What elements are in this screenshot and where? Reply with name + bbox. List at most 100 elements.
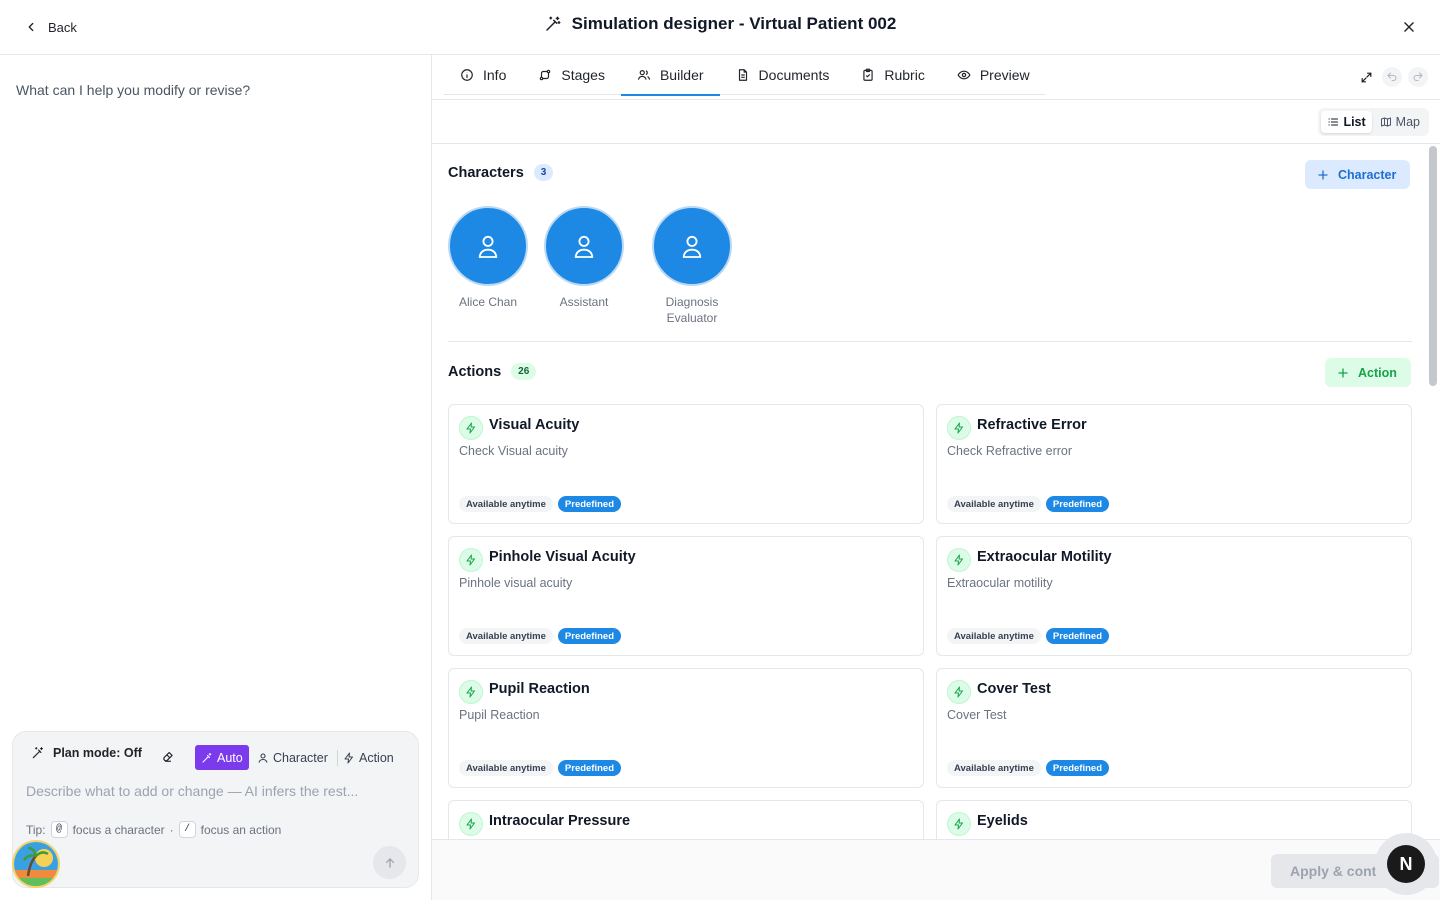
mode-character-button[interactable]: Character xyxy=(257,746,328,770)
bolt-icon xyxy=(947,680,971,704)
action-badges: Available anytime Predefined xyxy=(459,496,622,512)
plan-mode-toggle[interactable]: Plan mode: Off xyxy=(31,746,142,760)
view-map-button[interactable]: Map xyxy=(1374,111,1426,133)
character-name: Diagnosis Evaluator xyxy=(665,295,719,325)
action-title: Refractive Error xyxy=(977,417,1087,433)
character-avatar xyxy=(652,206,732,286)
view-toggle: List Map xyxy=(1318,108,1429,136)
action-badges: Available anytime Predefined xyxy=(947,628,1110,644)
availability-badge: Available anytime xyxy=(947,496,1041,512)
actions-header: Actions 26 xyxy=(448,363,537,380)
composer-toolbar: Plan mode: Off Auto Character Action xyxy=(13,744,418,770)
tab-builder[interactable]: Builder xyxy=(620,55,720,96)
character-avatar xyxy=(544,206,624,286)
action-card[interactable]: Pinhole Visual Acuity Pinhole visual acu… xyxy=(448,536,924,656)
builder-panel: Info Stages Builder Documents Rubric Pre… xyxy=(432,55,1440,900)
bolt-icon xyxy=(947,416,971,440)
assistant-input[interactable] xyxy=(26,783,406,799)
redo-icon xyxy=(1412,71,1424,83)
expand-button[interactable] xyxy=(1356,67,1376,87)
action-badges: Available anytime Predefined xyxy=(459,760,622,776)
user-icon xyxy=(681,234,703,258)
magic-wand-icon xyxy=(544,15,562,33)
action-title: Eyelids xyxy=(977,813,1028,829)
add-character-button[interactable]: Character xyxy=(1305,160,1411,189)
tab-label: Rubric xyxy=(884,67,925,83)
assistant-panel: What can I help you modify or revise? Pl… xyxy=(0,55,432,900)
action-card[interactable]: Cover Test Cover Test Available anytime … xyxy=(936,668,1412,788)
arrow-up-icon xyxy=(383,856,397,870)
list-icon xyxy=(1327,116,1339,128)
action-description: Check Visual acuity xyxy=(459,444,568,458)
predefined-badge: Predefined xyxy=(1045,628,1110,644)
clear-button[interactable] xyxy=(159,747,177,765)
mode-action-label: Action xyxy=(359,751,394,765)
redo-button[interactable] xyxy=(1408,67,1428,87)
character-item[interactable]: Alice Chan xyxy=(448,206,528,310)
tab-preview[interactable]: Preview xyxy=(941,55,1046,95)
character-item[interactable]: Diagnosis Evaluator xyxy=(652,206,732,326)
action-title: Visual Acuity xyxy=(489,417,580,433)
action-description: Pupil Reaction xyxy=(459,708,540,722)
user-avatar[interactable] xyxy=(12,840,60,888)
tip-text-character: focus a character xyxy=(72,822,165,837)
availability-badge: Available anytime xyxy=(459,760,553,776)
bolt-icon xyxy=(947,812,971,836)
mode-auto-button[interactable]: Auto xyxy=(195,745,249,770)
clipboard-icon xyxy=(861,68,875,82)
tab-label: Documents xyxy=(758,67,830,83)
info-icon xyxy=(460,68,474,82)
tab-rubric[interactable]: Rubric xyxy=(845,55,940,95)
add-action-button[interactable]: Action xyxy=(1325,358,1411,387)
action-title: Intraocular Pressure xyxy=(489,813,631,829)
expand-icon xyxy=(1360,71,1373,84)
action-card[interactable]: Visual Acuity Check Visual acuity Availa… xyxy=(448,404,924,524)
page-title: Simulation designer - Virtual Patient 00… xyxy=(571,14,897,33)
character-name: Assistant xyxy=(559,295,609,309)
tab-info[interactable]: Info xyxy=(444,55,522,95)
close-button[interactable] xyxy=(1398,16,1420,38)
tab-stages[interactable]: Stages xyxy=(522,55,621,95)
availability-badge: Available anytime xyxy=(459,628,553,644)
composer-tip: Tip: @ focus a character · / focus an ac… xyxy=(26,821,281,838)
bolt-icon xyxy=(947,548,971,572)
send-button[interactable] xyxy=(373,846,406,879)
action-title: Cover Test xyxy=(977,681,1051,697)
action-badges: Available anytime Predefined xyxy=(947,760,1110,776)
action-card[interactable]: Intraocular Pressure xyxy=(448,800,924,839)
plan-mode-label: Plan mode: Off xyxy=(53,746,142,760)
tip-key-slash: / xyxy=(178,821,196,838)
predefined-badge: Predefined xyxy=(1045,760,1110,776)
mode-action-button[interactable]: Action xyxy=(343,746,394,770)
magic-wand-icon xyxy=(31,746,45,760)
action-card[interactable]: Eyelids xyxy=(936,800,1412,839)
tip-text-action: focus an action xyxy=(200,822,282,837)
builder-content: Characters 3 Character Alice Chan Assist… xyxy=(432,144,1440,839)
action-card[interactable]: Refractive Error Check Refractive error … xyxy=(936,404,1412,524)
actions-grid: Visual Acuity Check Visual acuity Availa… xyxy=(448,404,1412,839)
magic-wand-icon xyxy=(201,752,213,764)
action-badges: Available anytime Predefined xyxy=(947,496,1110,512)
top-bar: Back Simulation designer - Virtual Patie… xyxy=(0,0,1440,55)
action-card[interactable]: Pupil Reaction Pupil Reaction Available … xyxy=(448,668,924,788)
bolt-icon xyxy=(459,812,483,836)
characters-count-badge: 3 xyxy=(533,164,554,181)
action-description: Check Refractive error xyxy=(947,444,1073,458)
character-item[interactable]: Assistant xyxy=(544,206,624,310)
mode-character-label: Character xyxy=(273,751,328,765)
action-card[interactable]: Extraocular Motility Extraocular motilit… xyxy=(936,536,1412,656)
view-list-button[interactable]: List xyxy=(1321,111,1372,133)
action-badges: Available anytime Predefined xyxy=(459,628,622,644)
content-scrollbar[interactable] xyxy=(1429,146,1437,386)
eye-icon xyxy=(957,68,971,82)
availability-badge: Available anytime xyxy=(947,760,1041,776)
undo-button[interactable] xyxy=(1382,67,1402,87)
user-icon xyxy=(573,234,595,258)
add-character-label: Character xyxy=(1338,167,1397,182)
help-logo-icon: N xyxy=(1387,845,1425,883)
actions-title: Actions xyxy=(448,363,502,380)
tab-documents[interactable]: Documents xyxy=(720,55,846,95)
predefined-badge: Predefined xyxy=(557,496,622,512)
help-chat-button[interactable]: N xyxy=(1375,833,1437,895)
tip-key-at: @ xyxy=(50,821,68,838)
